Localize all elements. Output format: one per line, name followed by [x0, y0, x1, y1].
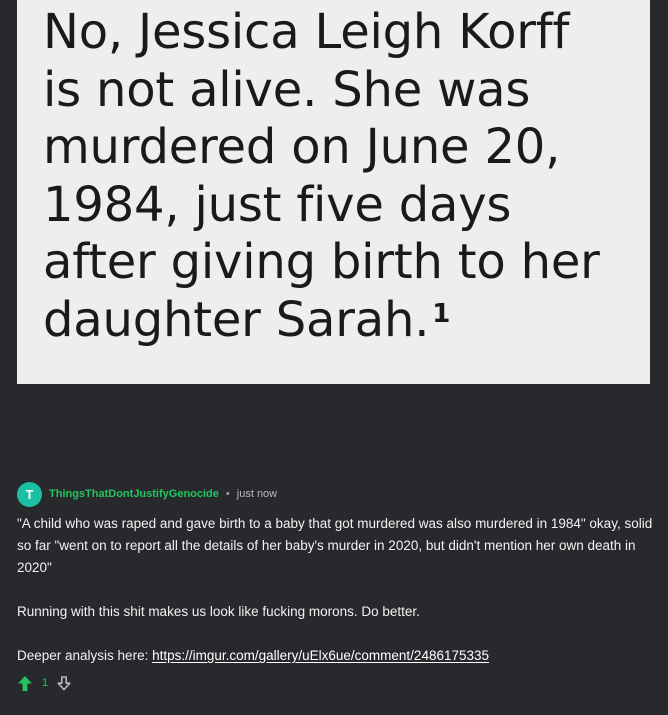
comment-actions: 1 [17, 674, 657, 692]
upvote-count: 1 [42, 677, 49, 689]
quote-text: No, Jessica Leigh Korff is not alive. Sh… [43, 4, 650, 349]
separator-dot: • [225, 488, 230, 500]
comment-paragraph: Deeper analysis here: https://imgur.com/… [17, 645, 657, 667]
footnote-marker: 1 [432, 298, 451, 329]
downvote-arrow-icon[interactable] [56, 674, 72, 692]
comment-body: "A child who was raped and gave birth to… [17, 513, 657, 667]
link-prefix: Deeper analysis here: [17, 648, 153, 663]
username-link[interactable]: ThingsThatDontJustifyGenocide [49, 488, 219, 500]
comment: T ThingsThatDontJustifyGenocide • just n… [17, 481, 657, 692]
timestamp: just now [236, 488, 278, 500]
upvote-arrow-icon-svg [18, 675, 32, 691]
comment-paragraph: "A child who was raped and gave birth to… [17, 516, 653, 575]
imgur-link[interactable]: https://imgur.com/gallery/uElx6ue/commen… [152, 648, 489, 663]
quote-image: No, Jessica Leigh Korff is not alive. Sh… [17, 0, 650, 384]
upvote-arrow-icon[interactable] [17, 674, 33, 692]
downvote-arrow-icon-svg [57, 675, 71, 690]
quote-body: No, Jessica Leigh Korff is not alive. Sh… [43, 4, 600, 348]
comment-paragraph: Running with this shit makes us look lik… [17, 604, 420, 619]
avatar[interactable]: T [17, 481, 42, 507]
comment-header: T ThingsThatDontJustifyGenocide • just n… [17, 481, 657, 507]
